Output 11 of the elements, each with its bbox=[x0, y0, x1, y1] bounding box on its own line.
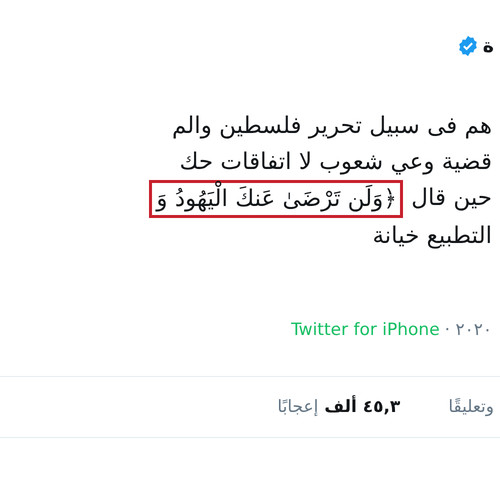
tweet-text: هم فى سبيل تحرير فلسطين والم bbox=[172, 112, 492, 141]
tweet-text: حين قال bbox=[411, 184, 492, 213]
stat-label[interactable]: إعجابًا bbox=[277, 397, 318, 417]
tweet-text: قضية وعي شعوب لا اتفاقات حك bbox=[180, 148, 492, 177]
stat-label[interactable]: وتعليقًا bbox=[448, 397, 494, 417]
tweet-date: ٢٠٢٠ · bbox=[444, 320, 492, 340]
tweet-text: التطبيع خيانة bbox=[372, 222, 492, 251]
stat-count: ٤٥,٣ ألف bbox=[324, 397, 400, 417]
quote-highlight: ﴿وَلَن تَرْضَىٰ عَنكَ الْيَهُودُ وَ bbox=[149, 180, 404, 218]
source-link[interactable]: Twitter for iPhone bbox=[291, 320, 440, 340]
author-name[interactable]: ة bbox=[482, 35, 494, 57]
